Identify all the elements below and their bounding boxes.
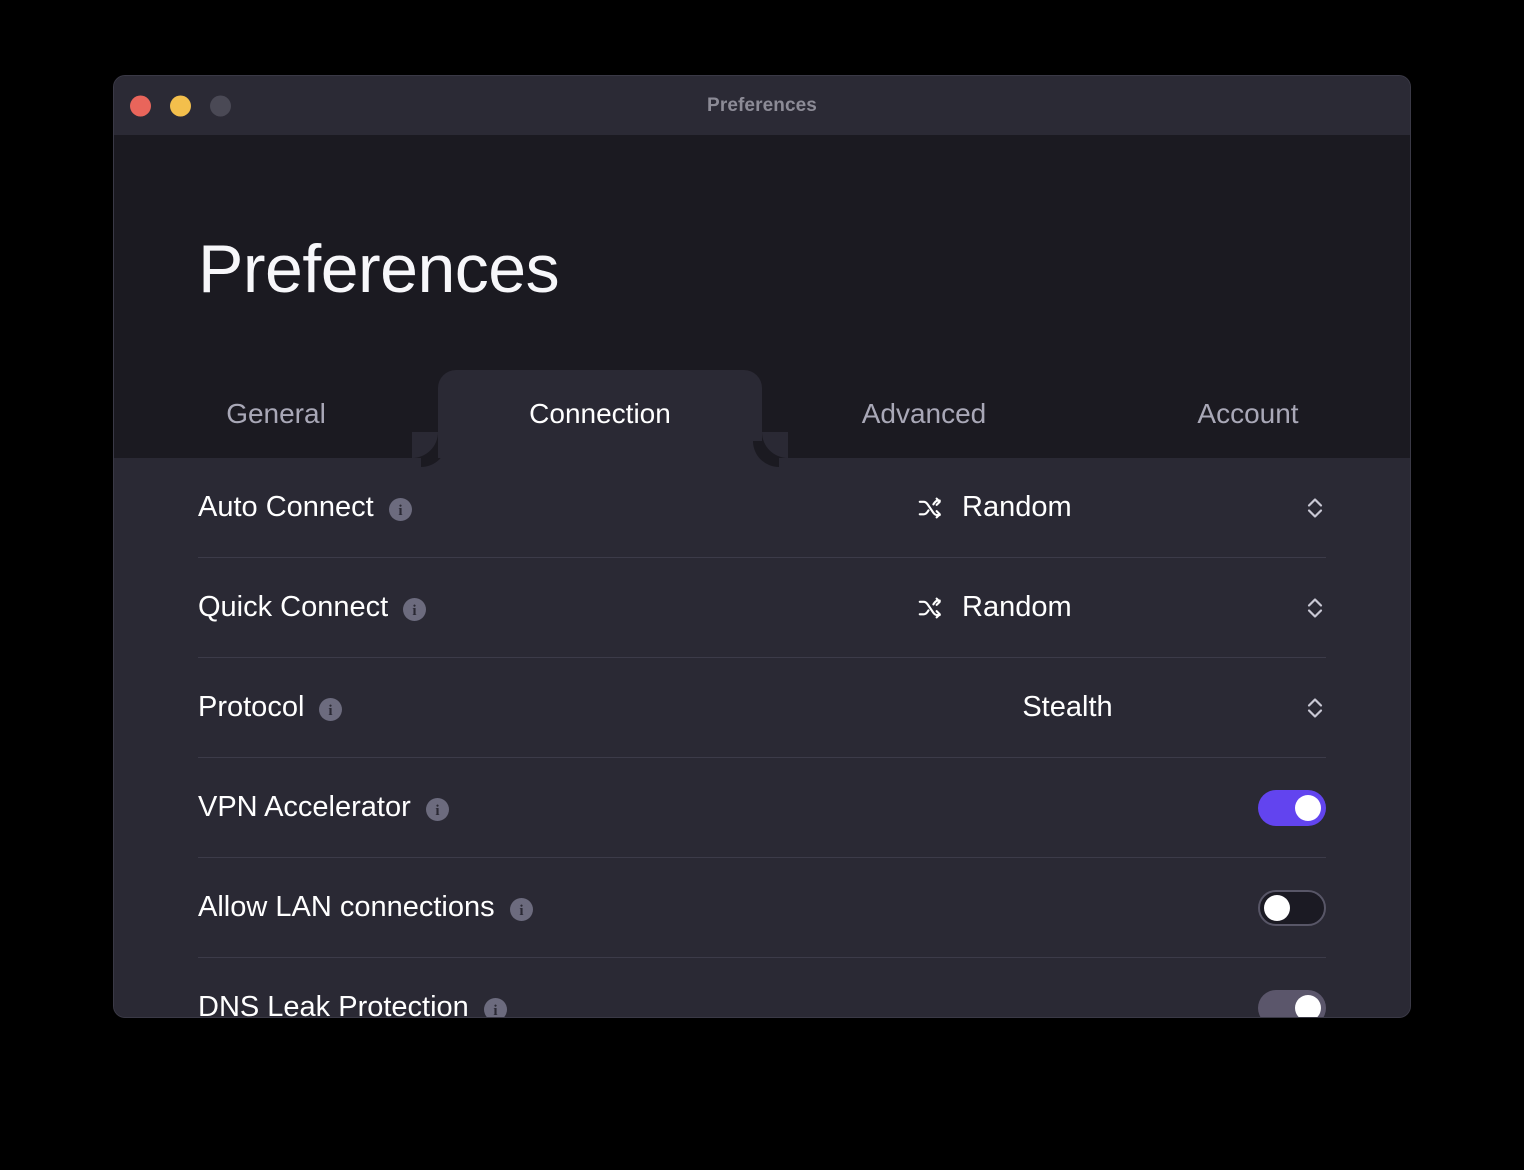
setting-label-group: Quick Connect i bbox=[198, 591, 427, 624]
setting-label-group: DNS Leak Protection i bbox=[198, 991, 507, 1017]
toggle-knob bbox=[1295, 994, 1321, 1017]
tab-account[interactable]: Account bbox=[1086, 370, 1410, 458]
select-value: Random bbox=[962, 591, 1072, 623]
setting-label: DNS Leak Protection bbox=[198, 991, 469, 1017]
shuffle-icon bbox=[916, 593, 946, 623]
window-title: Preferences bbox=[707, 94, 817, 116]
setting-control[interactable]: Random bbox=[886, 491, 1326, 524]
select-value-group: Stealth bbox=[886, 691, 1304, 724]
select-value-group: Random bbox=[886, 591, 1304, 624]
svg-text:i: i bbox=[413, 603, 417, 619]
setting-label-group: Protocol i bbox=[198, 691, 343, 724]
tab-label: General bbox=[226, 398, 326, 429]
select-value: Random bbox=[962, 491, 1072, 523]
tab-bar: General Connection Advanced Account bbox=[114, 370, 1410, 458]
page-title: Preferences bbox=[198, 231, 560, 307]
chevron-up-down-icon[interactable] bbox=[1304, 592, 1326, 624]
setting-label-group: Allow LAN connections i bbox=[198, 891, 533, 924]
setting-label: Allow LAN connections bbox=[198, 891, 495, 923]
info-icon[interactable]: i bbox=[483, 998, 507, 1017]
settings-list: Auto Connect i Random Quick Connect i Ra… bbox=[114, 458, 1410, 1017]
info-icon[interactable]: i bbox=[403, 598, 427, 621]
info-icon[interactable]: i bbox=[509, 898, 533, 921]
minimize-window-button[interactable] bbox=[170, 95, 191, 116]
shuffle-icon bbox=[916, 493, 946, 523]
tab-advanced[interactable]: Advanced bbox=[762, 370, 1086, 458]
setting-row-vpn-accelerator: VPN Accelerator i bbox=[198, 758, 1326, 858]
protocol-select[interactable]: Stealth bbox=[886, 691, 1326, 724]
svg-text:i: i bbox=[435, 803, 439, 819]
tab-label: Advanced bbox=[861, 398, 987, 429]
tab-general[interactable]: General bbox=[114, 370, 438, 458]
tab-label: Account bbox=[1197, 398, 1299, 429]
chevron-up-down-icon[interactable] bbox=[1304, 692, 1326, 724]
setting-control[interactable] bbox=[886, 889, 1326, 926]
setting-control[interactable] bbox=[886, 989, 1326, 1017]
setting-row-allow-lan-connections: Allow LAN connections i bbox=[198, 858, 1326, 958]
close-window-button[interactable] bbox=[130, 95, 151, 116]
info-icon[interactable]: i bbox=[319, 698, 343, 721]
info-icon[interactable]: i bbox=[425, 798, 449, 821]
quick-connect-select[interactable]: Random bbox=[886, 591, 1326, 624]
title-bar[interactable]: Preferences bbox=[114, 76, 1410, 135]
tab-connection[interactable]: Connection bbox=[412, 370, 788, 458]
svg-text:i: i bbox=[519, 903, 523, 919]
auto-connect-select[interactable]: Random bbox=[886, 491, 1326, 524]
setting-label: Protocol bbox=[198, 691, 305, 723]
zoom-window-button bbox=[210, 95, 231, 116]
setting-control[interactable]: Stealth bbox=[886, 691, 1326, 724]
setting-label: Quick Connect bbox=[198, 591, 389, 623]
svg-text:i: i bbox=[329, 703, 333, 719]
select-value: Stealth bbox=[1022, 691, 1113, 723]
select-value-group: Random bbox=[886, 491, 1304, 524]
page-header: Preferences General Connection Advanced … bbox=[114, 135, 1410, 458]
traffic-light-group bbox=[130, 95, 231, 116]
setting-label-group: Auto Connect i bbox=[198, 491, 412, 524]
setting-label: Auto Connect bbox=[198, 491, 374, 523]
svg-text:i: i bbox=[398, 503, 402, 519]
setting-label: VPN Accelerator bbox=[198, 791, 411, 823]
toggle-knob bbox=[1295, 794, 1321, 821]
toggle-knob bbox=[1264, 894, 1290, 921]
chevron-up-down-icon[interactable] bbox=[1304, 492, 1326, 524]
svg-text:i: i bbox=[493, 1003, 497, 1017]
tab-label: Connection bbox=[529, 398, 671, 429]
allow-lan-connections-toggle[interactable] bbox=[1258, 889, 1326, 926]
info-icon[interactable]: i bbox=[388, 498, 412, 521]
setting-row-quick-connect: Quick Connect i Random bbox=[198, 558, 1326, 658]
setting-row-dns-leak-protection: DNS Leak Protection i bbox=[198, 958, 1326, 1017]
preferences-window: Preferences Preferences General Connecti… bbox=[113, 75, 1411, 1018]
vpn-accelerator-toggle[interactable] bbox=[1258, 789, 1326, 826]
setting-row-auto-connect: Auto Connect i Random bbox=[198, 458, 1326, 558]
dns-leak-protection-toggle bbox=[1258, 989, 1326, 1017]
setting-row-protocol: Protocol i Stealth bbox=[198, 658, 1326, 758]
setting-control[interactable]: Random bbox=[886, 591, 1326, 624]
setting-control[interactable] bbox=[886, 789, 1326, 826]
setting-label-group: VPN Accelerator i bbox=[198, 791, 449, 824]
